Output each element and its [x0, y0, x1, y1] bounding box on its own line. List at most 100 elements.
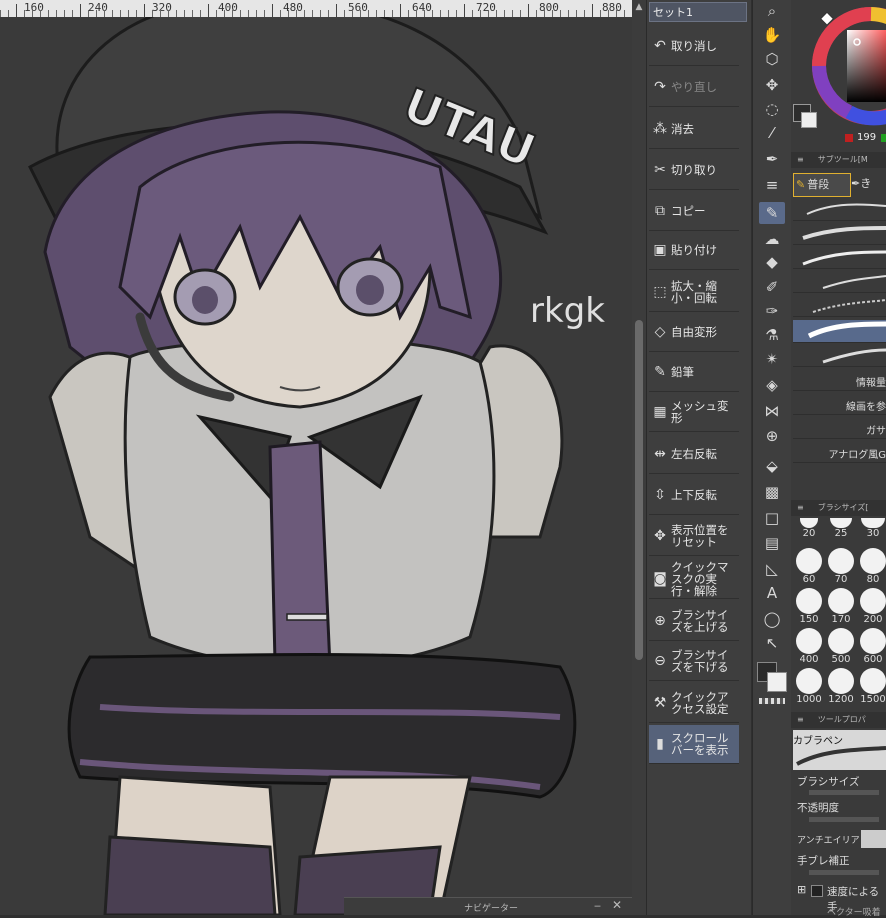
- flip-horizontal-button[interactable]: ⇹ 左右反転: [649, 435, 739, 474]
- brush-preset[interactable]: アナログ風G: [793, 440, 886, 463]
- color-sub-swatch[interactable]: [801, 112, 817, 128]
- speed-checkbox[interactable]: [811, 885, 823, 897]
- undo-button[interactable]: ↶ 取り消し: [649, 27, 739, 66]
- correct-line-icon[interactable]: ↖: [759, 632, 785, 654]
- zoom-icon[interactable]: ⌕: [759, 0, 785, 22]
- red-value: 199: [857, 132, 877, 143]
- canvas-area[interactable]: 160 240 320 400 480 560 640 720 800 880 …: [0, 0, 632, 915]
- lasso-icon[interactable]: ◌: [759, 98, 785, 120]
- sub-tool-header[interactable]: ≡ サブツール[M: [791, 152, 886, 168]
- brush-preset-selected[interactable]: [793, 320, 886, 343]
- brush-size-option[interactable]: 500: [827, 628, 855, 668]
- stabilization-slider[interactable]: [809, 870, 879, 875]
- brush-size-option[interactable]: 600: [859, 628, 886, 668]
- transparent-color-swatch[interactable]: [759, 698, 785, 704]
- ruler-label: 480: [283, 1, 303, 14]
- pen-tool-icon[interactable]: ✎: [759, 202, 785, 224]
- paste-button[interactable]: ▣ 貼り付け: [649, 231, 739, 270]
- tool-property-header[interactable]: ≡ ツールプロパ: [791, 712, 886, 728]
- clear-button[interactable]: ⁂ 消去: [649, 110, 739, 149]
- brush-preset[interactable]: [793, 222, 886, 245]
- close-icon[interactable]: ✕: [612, 898, 622, 912]
- brush-size-option[interactable]: 150: [795, 588, 823, 628]
- move-icon[interactable]: ✥: [759, 74, 785, 96]
- brush-size-option[interactable]: 1200: [827, 668, 855, 708]
- sub-tool-tab-other[interactable]: ✒き: [851, 173, 886, 195]
- brush-size-grid: 20 25 30 60 70 80 150 170 200 400 500 60…: [791, 518, 886, 708]
- ribbon-icon[interactable]: ⋈: [759, 400, 785, 422]
- ruler-icon[interactable]: ◺: [759, 558, 785, 580]
- brush-preset[interactable]: ガサ: [793, 416, 886, 439]
- scale-rotate-button[interactable]: ⬚ 拡大・縮小・回転: [649, 273, 739, 312]
- object-icon[interactable]: ⬡: [759, 48, 785, 70]
- brush-icon[interactable]: ✐: [759, 276, 785, 298]
- pen-icon[interactable]: ✒: [759, 148, 785, 170]
- brush-preset[interactable]: [793, 294, 886, 317]
- minimize-icon[interactable]: ‒: [594, 899, 601, 912]
- ruler-tick: [192, 10, 193, 17]
- reset-view-button[interactable]: ✥ 表示位置をリセット: [649, 517, 739, 556]
- scrollbar-thumb[interactable]: [635, 320, 643, 660]
- cut-button[interactable]: ✂ 切り取り: [649, 151, 739, 190]
- free-transform-button[interactable]: ◇ 自由変形: [649, 313, 739, 352]
- brush-size-header[interactable]: ≡ ブラシサイズ[: [791, 500, 886, 516]
- hand-icon[interactable]: ✋: [759, 24, 785, 46]
- text-icon[interactable]: A: [759, 582, 785, 604]
- brush-size-up-button[interactable]: ⊕ ブラシサイズを上げる: [649, 602, 739, 641]
- airbrush-icon[interactable]: ⚗: [759, 324, 785, 346]
- brush-size-option[interactable]: 400: [795, 628, 823, 668]
- rectangle-icon[interactable]: □: [759, 507, 785, 529]
- blend-icon[interactable]: ☁: [759, 228, 785, 250]
- brush-size-slider[interactable]: [809, 790, 879, 795]
- eraser-icon[interactable]: ◆: [759, 251, 785, 273]
- copy-button[interactable]: ⧉ コピー: [649, 192, 739, 231]
- navigator-panel-bar[interactable]: ナビゲーター ‒ ✕: [344, 897, 632, 915]
- opacity-slider[interactable]: [809, 817, 879, 822]
- illustration-canvas[interactable]: UTAU rkgk: [0, 17, 632, 915]
- brush-size-option[interactable]: 170: [827, 588, 855, 628]
- vertical-scrollbar[interactable]: ▲: [632, 0, 646, 915]
- balloon-icon[interactable]: ◯: [759, 608, 785, 630]
- brush-size-option[interactable]: 1500: [859, 668, 886, 708]
- eyedropper-icon[interactable]: ⁄: [759, 122, 785, 144]
- brush-size-option[interactable]: 70: [827, 548, 855, 588]
- brush-preset[interactable]: [793, 246, 886, 269]
- brush-preset[interactable]: 情報量: [793, 368, 886, 391]
- sub-tool-tab-normal[interactable]: ✎ 普段: [793, 173, 851, 197]
- brush-size-option[interactable]: 60: [795, 548, 823, 588]
- flip-vertical-button[interactable]: ⇳ 上下反転: [649, 476, 739, 515]
- decoration-icon[interactable]: ✑: [759, 300, 785, 322]
- brush-size-option[interactable]: 80: [859, 548, 886, 588]
- gradient-icon[interactable]: ▩: [759, 481, 785, 503]
- redo-button[interactable]: ↷ やり直し: [649, 68, 739, 107]
- brush-size-option[interactable]: 1000: [795, 668, 823, 708]
- lines-icon[interactable]: ≡: [759, 174, 785, 196]
- globe-icon[interactable]: ⊕: [759, 425, 785, 447]
- brush-preset[interactable]: [793, 198, 886, 221]
- brush-size-option[interactable]: 200: [859, 588, 886, 628]
- expand-icon[interactable]: ⊞: [797, 883, 806, 896]
- command-set-select[interactable]: セット1: [649, 2, 747, 22]
- brush-preset[interactable]: 線画を参: [793, 392, 886, 415]
- quick-mask-button[interactable]: ◙ クイックマスクの実行・解除: [649, 560, 739, 599]
- tool-property-title: ツールプロパ: [817, 715, 866, 724]
- ruler-tick: [488, 10, 489, 17]
- sparkle-icon[interactable]: ✴: [759, 348, 785, 370]
- brush-preset[interactable]: [793, 344, 886, 367]
- mesh-transform-button[interactable]: ▦ メッシュ変形: [649, 393, 739, 432]
- quick-access-settings-button[interactable]: ⚒ クイックアクセス設定: [649, 684, 739, 723]
- pencil-button[interactable]: ✎ 鉛筆: [649, 353, 739, 392]
- ruler-tick: [128, 10, 129, 17]
- show-scrollbar-button[interactable]: ▮ スクロールバーを表示: [649, 725, 739, 764]
- sub-color-swatch[interactable]: [767, 672, 787, 692]
- frame-icon[interactable]: ▤: [759, 532, 785, 554]
- brush-size-down-button[interactable]: ⊖ ブラシサイズを下げる: [649, 642, 739, 681]
- color-wheel[interactable]: [809, 0, 886, 140]
- reset-view-icon: ✥: [654, 528, 666, 544]
- antialiasing-selector[interactable]: [861, 830, 886, 848]
- fill-icon[interactable]: ◈: [759, 374, 785, 396]
- ruler-tick: [144, 4, 145, 17]
- brush-preset[interactable]: [793, 270, 886, 293]
- fill-bucket-icon[interactable]: ⬙: [759, 455, 785, 477]
- scroll-up-icon[interactable]: ▲: [634, 2, 644, 14]
